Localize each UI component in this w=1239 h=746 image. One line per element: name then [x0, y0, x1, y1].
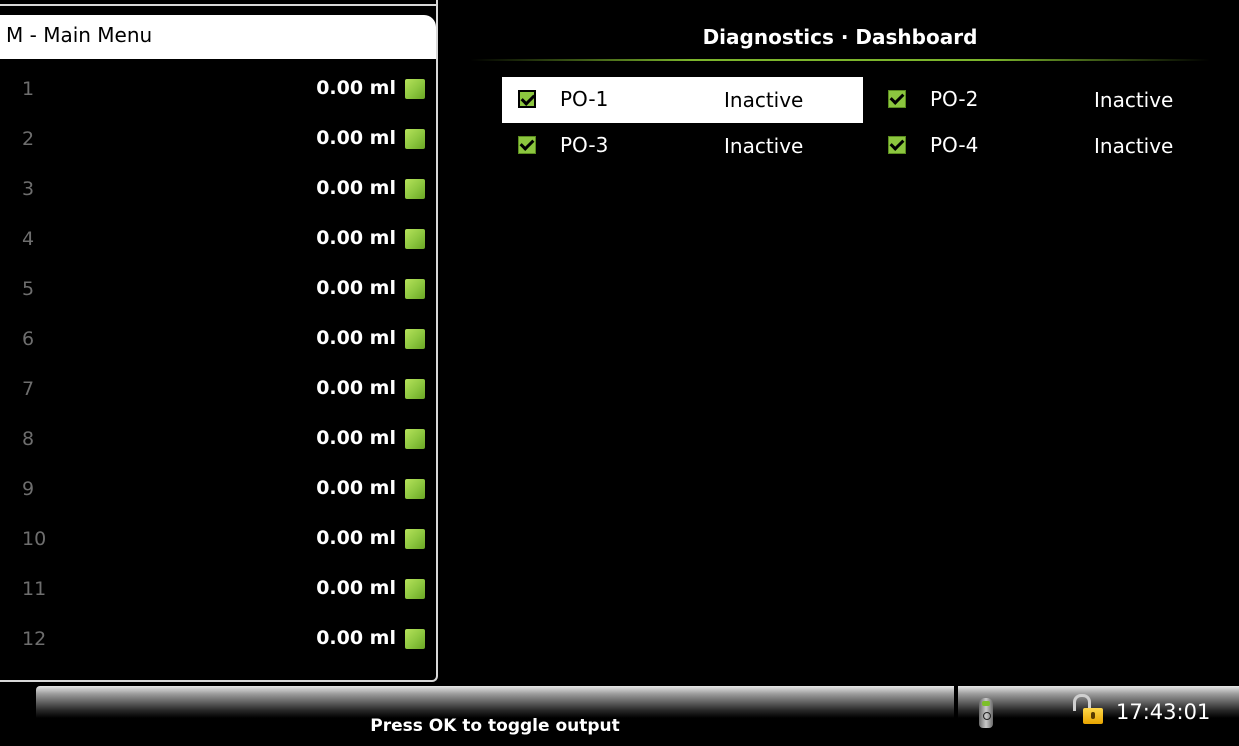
meter-row-1: 1 0.00 ml [0, 65, 436, 115]
status-led-icon [405, 479, 425, 499]
output-po-1[interactable]: PO-1 Inactive [502, 77, 863, 123]
output-po-3[interactable]: PO-3 Inactive [502, 123, 863, 169]
meter-value: 0.00 ml [316, 577, 396, 599]
meter-value: 0.00 ml [316, 327, 396, 349]
remote-icon [979, 698, 993, 728]
meter-value: 0.00 ml [316, 177, 396, 199]
output-po-2[interactable]: PO-2 Inactive [872, 77, 1233, 123]
main-menu-button[interactable]: M - Main Menu [0, 15, 436, 59]
meter-value: 0.00 ml [316, 427, 396, 449]
status-led-icon [405, 129, 425, 149]
status-led-icon [405, 229, 425, 249]
output-name: PO-3 [560, 133, 609, 157]
meter-row-7: 7 0.00 ml [0, 365, 436, 415]
meter-row-2: 2 0.00 ml [0, 115, 436, 165]
output-name: PO-1 [560, 87, 609, 111]
meter-value: 0.00 ml [316, 127, 396, 149]
meter-value: 0.00 ml [316, 77, 396, 99]
meter-value: 0.00 ml [316, 227, 396, 249]
meter-row-8: 8 0.00 ml [0, 415, 436, 465]
title-underline [470, 59, 1210, 61]
meter-index: 2 [22, 128, 35, 150]
checkbox-checked-icon[interactable] [888, 136, 906, 154]
status-led-icon [405, 629, 425, 649]
output-po-4[interactable]: PO-4 Inactive [872, 123, 1233, 169]
meter-index: 10 [22, 528, 47, 550]
meter-row-3: 3 0.00 ml [0, 165, 436, 215]
output-name: PO-4 [930, 133, 979, 157]
meter-value: 0.00 ml [316, 527, 396, 549]
meter-index: 12 [22, 628, 47, 650]
meter-value: 0.00 ml [316, 477, 396, 499]
meter-index: 1 [22, 78, 35, 100]
status-led-icon [405, 79, 425, 99]
output-status: Inactive [1094, 134, 1174, 158]
hint-text: Press OK to toggle output [370, 716, 620, 736]
meter-row-11: 11 0.00 ml [0, 565, 436, 615]
meter-index: 9 [22, 478, 35, 500]
status-led-icon [405, 529, 425, 549]
meter-value: 0.00 ml [316, 377, 396, 399]
hint-panel: Press OK to toggle output [36, 686, 954, 746]
status-led-icon [405, 179, 425, 199]
meter-row-6: 6 0.00 ml [0, 315, 436, 365]
meter-row-4: 4 0.00 ml [0, 215, 436, 265]
meter-row-12: 12 0.00 ml [0, 615, 436, 665]
meter-index: 11 [22, 578, 47, 600]
meter-row-9: 9 0.00 ml [0, 465, 436, 515]
lock-body [1083, 708, 1103, 724]
meter-index: 3 [22, 178, 35, 200]
status-bar: Press OK to toggle output 17:43:01 [0, 686, 1239, 746]
meter-value: 0.00 ml [316, 627, 396, 649]
status-led-icon [405, 329, 425, 349]
meter-index: 4 [22, 228, 35, 250]
meter-index: 6 [22, 328, 35, 350]
output-status: Inactive [1094, 88, 1174, 112]
meter-index: 7 [22, 378, 35, 400]
clock: 17:43:01 [1116, 700, 1211, 724]
meter-index: 5 [22, 278, 35, 300]
meter-value: 0.00 ml [316, 277, 396, 299]
system-tray: 17:43:01 [958, 686, 1239, 746]
output-status: Inactive [724, 134, 804, 158]
lock-icon [1071, 694, 1105, 728]
page-title: Diagnostics · Dashboard [702, 25, 978, 49]
meter-index: 8 [22, 428, 35, 450]
meter-row-10: 10 0.00 ml [0, 515, 436, 565]
main-menu-panel: M - Main Menu 1 0.00 ml 2 0.00 ml 3 0.00… [0, 0, 441, 686]
meter-row-5: 5 0.00 ml [0, 265, 436, 315]
status-led-icon [405, 429, 425, 449]
status-led-icon [405, 279, 425, 299]
checkbox-checked-icon[interactable] [888, 90, 906, 108]
checkbox-checked-icon[interactable] [518, 90, 536, 108]
status-led-icon [405, 379, 425, 399]
main-menu-label: M - Main Menu [6, 23, 153, 47]
checkbox-checked-icon[interactable] [518, 136, 536, 154]
output-name: PO-2 [930, 87, 979, 111]
panel-top-line [0, 4, 438, 6]
output-status: Inactive [724, 88, 804, 112]
status-led-icon [405, 579, 425, 599]
